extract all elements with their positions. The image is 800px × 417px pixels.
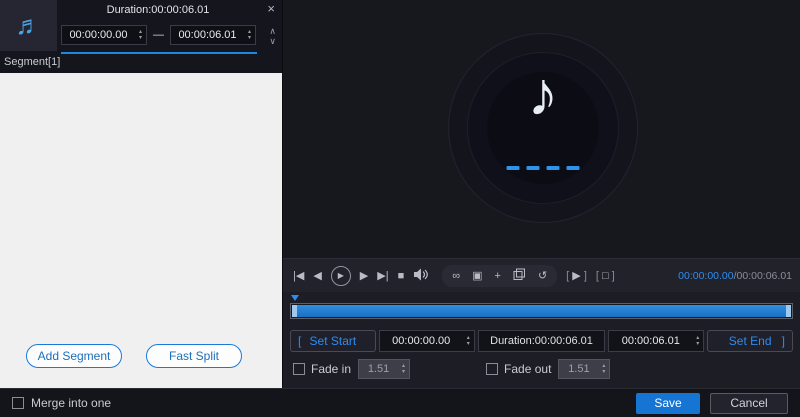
segment-progress-line bbox=[61, 52, 257, 54]
segment-end-time-input[interactable]: 00:00:06.01 ▴ ▾ bbox=[170, 25, 256, 45]
fade-out-value[interactable]: 1.51 bbox=[559, 363, 598, 375]
segment-play-icon: ▶ bbox=[572, 270, 580, 282]
spin-down-icon[interactable]: ▾ bbox=[398, 369, 409, 375]
playhead-marker[interactable] bbox=[291, 295, 299, 301]
timeline-track[interactable] bbox=[290, 303, 793, 319]
player-controls-bar: |◀ ◀ ▶ ▶ ▶| ■ ∞ ▣ + ↺ [ ▶ bbox=[283, 258, 800, 292]
music-note-icon: ♪ bbox=[449, 52, 637, 138]
set-start-label: Set Start bbox=[310, 334, 357, 348]
range-separator: — bbox=[153, 29, 164, 41]
close-icon[interactable]: × bbox=[267, 2, 275, 16]
trim-start-time-input[interactable]: 00:00:00.00 ▴ ▾ bbox=[379, 330, 475, 352]
fade-in-label: Fade in bbox=[311, 362, 351, 376]
fade-out-checkbox[interactable] bbox=[486, 363, 498, 375]
edit-tools-group: ∞ ▣ + ↺ bbox=[442, 265, 557, 287]
bracket-close-icon: ] bbox=[612, 270, 615, 282]
segment-duration-title: Duration:00:00:06.01 bbox=[60, 4, 256, 16]
stop-segment-button[interactable]: [ □ ] bbox=[596, 270, 615, 282]
audio-loading-dashes bbox=[507, 166, 580, 170]
play-segment-button[interactable]: [ ▶ ] bbox=[566, 269, 587, 282]
set-start-button[interactable]: [ Set Start bbox=[290, 330, 376, 352]
duration-display: Duration:00:00:06.01 bbox=[478, 330, 606, 352]
audio-clip-window: ♬ Duration:00:00:06.01 × 00:00:00.00 ▴ ▾… bbox=[0, 0, 800, 417]
fade-in-duration-input[interactable]: 1.51 ▴ ▾ bbox=[358, 359, 410, 379]
timeline bbox=[283, 292, 800, 328]
snapshot-icon[interactable]: ▣ bbox=[472, 269, 482, 282]
dash bbox=[507, 166, 520, 170]
set-end-button[interactable]: Set End ] bbox=[707, 330, 793, 352]
copy-icon[interactable] bbox=[513, 268, 526, 284]
segment-item[interactable]: ♬ Duration:00:00:06.01 × 00:00:00.00 ▴ ▾… bbox=[0, 0, 282, 73]
segment-start-time-input[interactable]: 00:00:00.00 ▴ ▾ bbox=[61, 25, 147, 45]
bracket-close-icon: ] bbox=[584, 270, 587, 282]
selected-range-fill[interactable] bbox=[292, 305, 791, 317]
trim-end-handle[interactable] bbox=[786, 305, 791, 317]
stop-icon[interactable]: ■ bbox=[398, 270, 405, 282]
step-forward-icon[interactable]: ▶ bbox=[360, 269, 368, 282]
trim-end-time-input[interactable]: 00:00:06.01 ▴ ▾ bbox=[608, 330, 704, 352]
spin-down-icon[interactable]: ▾ bbox=[598, 369, 609, 375]
segment-thumbnail[interactable]: ♬ bbox=[0, 0, 57, 51]
segment-list-panel: ♬ Duration:00:00:06.01 × 00:00:00.00 ▴ ▾… bbox=[0, 0, 283, 388]
spin-down-icon[interactable]: ▾ bbox=[463, 341, 474, 347]
fade-in-value[interactable]: 1.51 bbox=[359, 363, 398, 375]
dash bbox=[527, 166, 540, 170]
bracket-open-icon: [ bbox=[298, 334, 301, 348]
bracket-close-icon: ] bbox=[782, 334, 785, 348]
segment-stop-icon: □ bbox=[602, 270, 609, 282]
volume-icon[interactable] bbox=[413, 268, 429, 284]
bracket-open-icon: [ bbox=[566, 270, 569, 282]
spin-down-icon[interactable]: ▾ bbox=[692, 341, 703, 347]
dash bbox=[567, 166, 580, 170]
spin-down-icon[interactable]: ▾ bbox=[135, 35, 146, 41]
cancel-button[interactable]: Cancel bbox=[710, 393, 788, 414]
segment-end-time-value[interactable]: 00:00:06.01 bbox=[171, 29, 244, 41]
loop-icon[interactable]: ∞ bbox=[452, 270, 460, 282]
fade-in-checkbox[interactable] bbox=[293, 363, 305, 375]
trim-end-time-value[interactable]: 00:00:06.01 bbox=[609, 335, 692, 347]
preview-panel: ♪ |◀ ◀ ▶ ▶ ▶| ■ ∞ ▣ bbox=[283, 0, 800, 388]
reset-icon[interactable]: ↺ bbox=[538, 269, 547, 282]
music-note-icon: ♬ bbox=[16, 10, 42, 41]
fade-out-duration-input[interactable]: 1.51 ▴ ▾ bbox=[558, 359, 610, 379]
bracket-open-icon: [ bbox=[596, 270, 599, 282]
chevron-up-icon[interactable]: ∧ bbox=[269, 26, 276, 36]
trim-start-time-value[interactable]: 00:00:00.00 bbox=[380, 335, 463, 347]
add-segment-button[interactable]: Add Segment bbox=[26, 344, 122, 368]
save-button[interactable]: Save bbox=[636, 393, 700, 414]
skip-to-start-icon[interactable]: |◀ bbox=[293, 269, 304, 282]
trim-start-handle[interactable] bbox=[292, 305, 297, 317]
segment-name-label: Segment[1] bbox=[4, 56, 60, 68]
add-icon[interactable]: + bbox=[495, 270, 501, 282]
chevron-down-icon[interactable]: ∨ bbox=[269, 36, 276, 46]
spin-down-icon[interactable]: ▾ bbox=[244, 35, 255, 41]
play-icon: ▶ bbox=[338, 271, 344, 280]
fade-controls-row: Fade in 1.51 ▴ ▾ Fade out 1.51 ▴ ▾ bbox=[293, 359, 610, 379]
current-time: 00:00:00.00 bbox=[678, 270, 733, 282]
dash bbox=[547, 166, 560, 170]
merge-into-one-label: Merge into one bbox=[31, 396, 111, 410]
audio-preview-area: ♪ bbox=[283, 0, 800, 258]
trim-controls-row: [ Set Start 00:00:00.00 ▴ ▾ Duration:00:… bbox=[290, 330, 793, 352]
vinyl-disc: ♪ bbox=[448, 33, 638, 223]
playback-time-display: 00:00:00.00/00:00:06.01 bbox=[678, 270, 792, 282]
skip-to-end-icon[interactable]: ▶| bbox=[377, 269, 388, 282]
step-back-icon[interactable]: ◀ bbox=[313, 269, 321, 282]
fade-out-label: Fade out bbox=[504, 362, 551, 376]
footer-bar: Merge into one Save Cancel bbox=[0, 388, 800, 417]
fast-split-button[interactable]: Fast Split bbox=[146, 344, 242, 368]
play-button[interactable]: ▶ bbox=[331, 266, 351, 286]
set-end-label: Set End bbox=[729, 334, 772, 348]
merge-into-one-checkbox[interactable] bbox=[12, 397, 24, 409]
total-time: /00:00:06.01 bbox=[734, 270, 792, 282]
segment-start-time-value[interactable]: 00:00:00.00 bbox=[62, 29, 135, 41]
